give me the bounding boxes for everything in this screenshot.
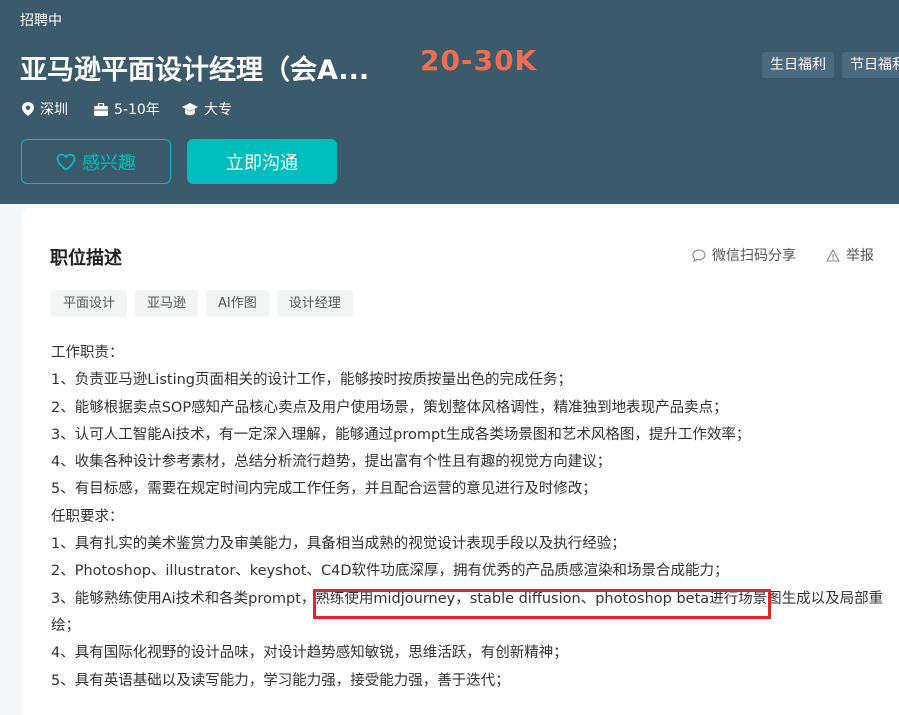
welfare-tag: 生日福利 [762, 52, 834, 78]
experience-text: 5-10年 [114, 102, 160, 118]
recruiting-status: 招聘中 [20, 13, 62, 29]
job-description-text: 工作职责： 1、负责亚马逊Listing页面相关的设计工作，能够按时按质按量出色… [51, 340, 884, 695]
education-text: 大专 [204, 102, 232, 118]
description-line: 绘； [51, 617, 80, 634]
job-description-card: 职位描述 微信扫码分享 举报 平面设计 亚马逊 AI作图 设计经理 工作职责： … [22, 208, 899, 715]
warning-triangle-icon [826, 248, 840, 262]
description-line: 1、负责亚马逊Listing页面相关的设计工作，能够按时按质按量出色的完成任务； [51, 372, 572, 389]
keyword-tag[interactable]: AI作图 [206, 290, 269, 317]
description-line: 2、能够根据卖点SOP感知产品核心卖点及用户使用场景，策划整体风格调性，精准独到… [51, 399, 728, 416]
job-location: 深圳 [22, 100, 68, 118]
description-line: 4、收集各种设计参考素材，总结分析流行趋势，提出富有个性且有趣的视觉方向建议； [51, 454, 612, 471]
chat-now-button[interactable]: 立即沟通 [187, 139, 337, 184]
description-line: 3、能够熟练使用Ai技术和各类prompt，熟练使用midjourney，sta… [51, 590, 884, 607]
description-line: 3、认可人工智能Ai技术，有一定深入理解，能够通过prompt生成各类场景图和艺… [51, 426, 751, 443]
welfare-tag: 节日福利 [842, 52, 899, 78]
description-line: 任职要求： [51, 508, 124, 525]
salary: 20-30K [420, 44, 538, 77]
job-experience: 5-10年 [94, 100, 160, 118]
interest-label: 感兴趣 [82, 152, 136, 174]
keyword-tag[interactable]: 亚马逊 [135, 290, 199, 317]
section-title: 职位描述 [50, 248, 122, 269]
description-line: 1、具有扎实的美术鉴赏力及审美能力，具备相当成熟的视觉设计表现手段以及执行经验； [51, 536, 626, 553]
briefcase-icon [94, 102, 108, 116]
graduation-cap-icon [182, 102, 198, 115]
location-text: 深圳 [40, 102, 68, 118]
keyword-tag[interactable]: 设计经理 [276, 290, 353, 317]
wechat-share-button[interactable]: 微信扫码分享 [692, 245, 796, 265]
job-header: 招聘中 亚马逊平面设计经理（会A... 20-30K 生日福利 节日福利 深圳 … [0, 0, 899, 204]
share-label: 微信扫码分享 [712, 248, 796, 264]
description-line: 2、Photoshop、illustrator、keyshot、C4D软件功底深… [51, 563, 729, 580]
job-title: 亚马逊平面设计经理（会A... [20, 55, 370, 86]
report-button[interactable]: 举报 [826, 245, 874, 265]
interest-button[interactable]: 感兴趣 [21, 139, 171, 184]
keyword-tag[interactable]: 平面设计 [51, 290, 128, 317]
chat-bubble-icon [692, 248, 706, 262]
description-line: 5、有目标感，需要在规定时间内完成工作任务，并且配合运营的意见进行及时修改； [51, 481, 597, 498]
description-line: 工作职责： [51, 345, 124, 361]
location-pin-icon [22, 102, 34, 116]
description-line: 5、具有英语基础以及读写能力，学习能力强，接受能力强，善于迭代； [51, 672, 510, 689]
job-education: 大专 [182, 100, 232, 118]
keyword-tags: 平面设计 亚马逊 AI作图 设计经理 [51, 290, 361, 317]
description-line: 4、具有国际化视野的设计品味，对设计趋势感知敏锐，思维活跃，有创新精神； [51, 645, 568, 662]
report-label: 举报 [846, 248, 874, 264]
heart-icon [56, 153, 76, 171]
